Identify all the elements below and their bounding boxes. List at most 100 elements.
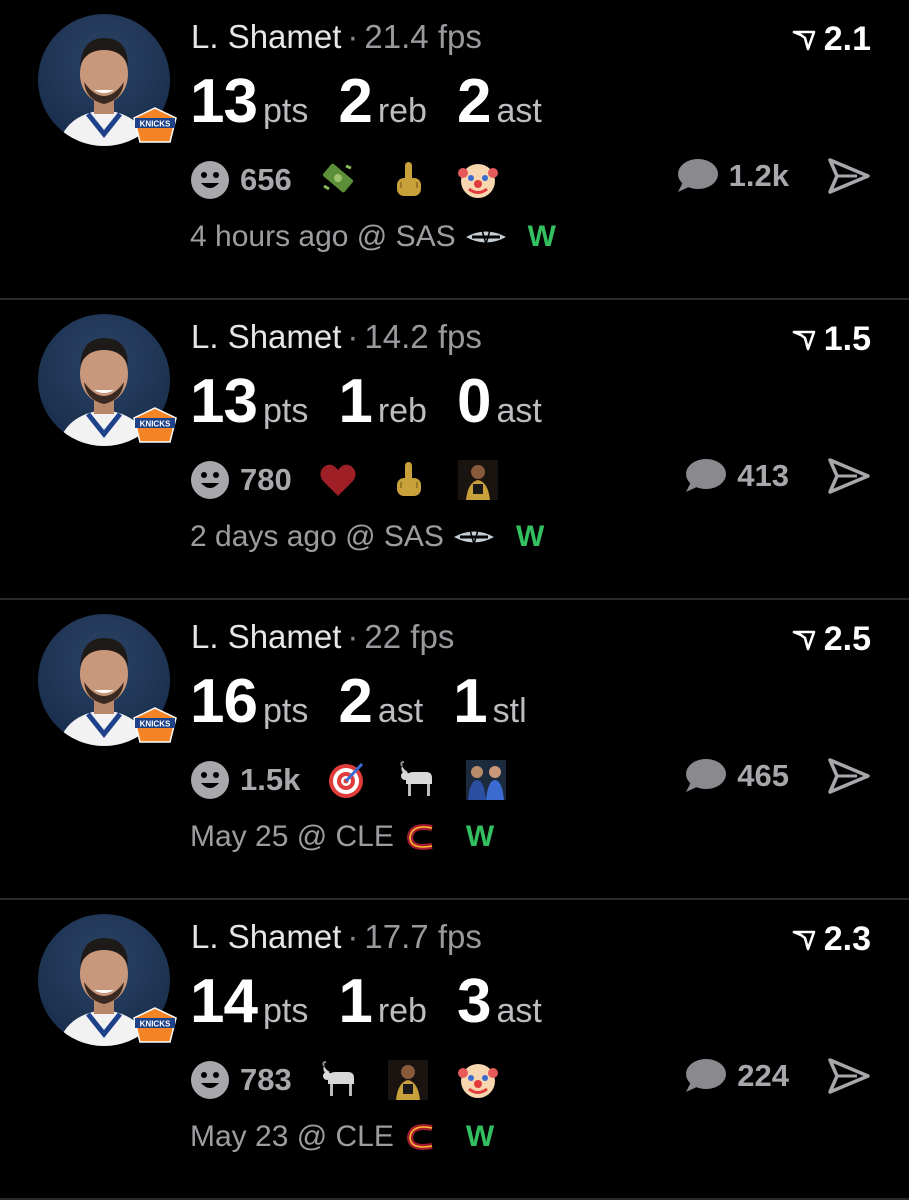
fps-value: 21.4 fps [364,18,482,55]
player-name[interactable]: L. Shamet [191,618,341,655]
player-name-line: L. Shamet · 17.7 fps [191,918,482,955]
stat-label: reb [377,392,427,430]
game-result: W [515,520,545,553]
cavaliers-logo [406,824,433,850]
game-meta: May 25 @ CLE W [190,820,494,854]
stat-number: 13 [190,67,258,136]
comment-bubble-icon[interactable] [683,456,727,496]
svg-text:KNICKS: KNICKS [140,120,171,129]
comment-bubble-icon[interactable] [683,756,727,796]
reaction-count: 783 [240,1062,292,1097]
post-card[interactable]: KNICKS L. Shamet · 21.4 fps 2.1 13 pts 2 reb… [0,0,909,300]
send-icon[interactable] [827,756,871,796]
stat-label: pts [262,992,309,1030]
send-icon[interactable] [827,1056,871,1096]
player-name[interactable]: L. Shamet [191,18,341,55]
comment-bubble-icon[interactable] [683,1056,727,1096]
reactions-row: 1.5k [190,758,536,802]
player-name-line: L. Shamet · 14.2 fps [191,318,482,355]
rating-icon [792,630,816,650]
svg-text:KNICKS: KNICKS [140,720,171,729]
stat-number: 3 [456,967,491,1036]
rating-icon [792,330,816,350]
stat-number: 1 [338,967,372,1036]
player-name[interactable]: L. Shamet [191,318,341,355]
game-time[interactable]: May 25 @ CLE [190,820,394,854]
spurs-logo [453,529,494,545]
stat-number: 0 [456,367,491,436]
rating-icon [792,930,816,950]
middle-finger-icon[interactable] [388,460,428,500]
player-name-line: L. Shamet · 21.4 fps [191,18,482,55]
comment-count: 413 [737,458,789,493]
stat-number: 16 [190,667,258,736]
reaction-count: 780 [240,462,292,497]
comment-bubble-icon[interactable] [675,156,719,196]
stat-label: ast [496,392,542,430]
game-time[interactable]: 2 days ago @ SAS [190,520,444,554]
player-name[interactable]: L. Shamet [191,918,341,955]
game-meta: May 23 @ CLE W [190,1120,494,1154]
svg-text:KNICKS: KNICKS [140,1020,171,1029]
rating-value: 2.1 [823,20,871,58]
stat-number: 2 [456,67,491,136]
stat-label: ast [496,992,542,1030]
stat-label: pts [262,692,309,730]
player-icon[interactable] [387,1060,428,1100]
stat-label: reb [377,992,427,1030]
smiley-icon[interactable] [190,760,230,800]
stat-label: pts [262,392,309,430]
clown-icon[interactable] [457,160,498,200]
stat-number: 13 [190,367,258,436]
post-card[interactable]: KNICKS L. Shamet · 22 fps 2.5 16 pts 2 ast 1… [0,600,909,900]
comments-area: 1.2k [675,156,871,196]
knicks-logo: KNICKS [133,1007,177,1043]
target-icon[interactable] [326,760,366,800]
game-time[interactable]: May 23 @ CLE [190,1120,394,1154]
player-icon[interactable] [457,460,498,500]
coaches-icon[interactable] [466,760,507,800]
rating-value: 1.5 [823,320,871,358]
fps-value: 22 fps [364,618,455,655]
reactions-row: 656 [190,158,528,202]
goat-icon[interactable] [318,1060,358,1100]
player-name-line: L. Shamet · 22 fps [191,618,455,655]
rating-score: 2.5 [792,620,871,659]
clown-icon[interactable] [457,1060,498,1100]
send-icon[interactable] [827,456,871,496]
knicks-logo: KNICKS [133,107,177,143]
comments-area: 224 [683,1056,871,1096]
smiley-icon[interactable] [190,460,230,500]
stat-number: 2 [338,67,372,136]
comment-count: 465 [737,758,789,793]
fps-value: 14.2 fps [364,318,482,355]
money-icon[interactable] [318,160,358,200]
knicks-logo: KNICKS [133,407,177,443]
stat-label: ast [496,92,542,130]
game-result: W [527,220,556,253]
stat-label: ast [377,692,424,730]
stat-label: pts [262,92,309,130]
comments-area: 465 [683,756,871,796]
stat-line: 13 pts 1 reb 0 ast [190,366,572,437]
cavaliers-logo [406,1124,433,1150]
send-icon[interactable] [827,156,871,196]
smiley-icon[interactable] [190,160,230,200]
game-time[interactable]: 4 hours ago @ SAS [190,220,456,254]
post-card[interactable]: KNICKS L. Shamet · 14.2 fps 1.5 13 pts 1 reb… [0,300,909,600]
smiley-icon[interactable] [190,1060,230,1100]
fps-value: 17.7 fps [364,918,482,955]
feed: KNICKS L. Shamet · 21.4 fps 2.1 13 pts 2 reb… [0,0,909,1200]
svg-text:KNICKS: KNICKS [140,420,171,429]
comments-area: 413 [683,456,871,496]
rating-icon [792,30,816,50]
stat-number: 1 [453,667,487,736]
middle-finger-icon[interactable] [388,160,428,200]
stat-label: stl [492,692,527,730]
reactions-row: 780 [190,458,528,502]
goat-icon[interactable] [396,760,436,800]
knicks-logo: KNICKS [133,707,177,743]
heart-icon[interactable] [318,460,358,500]
stat-line: 14 pts 1 reb 3 ast [190,966,572,1037]
post-card[interactable]: KNICKS L. Shamet · 17.7 fps 2.3 14 pts 1 reb… [0,900,909,1200]
